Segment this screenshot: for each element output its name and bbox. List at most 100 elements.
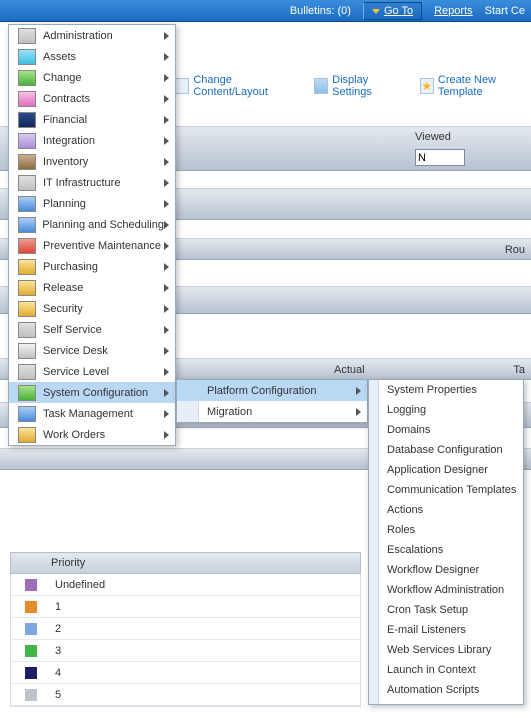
- priority-swatch-icon: [25, 601, 37, 613]
- actual-label: Actual: [334, 364, 365, 376]
- leaf-item-actions[interactable]: Actions: [369, 500, 523, 520]
- chevron-down-icon: [372, 9, 380, 14]
- menu-item-planning[interactable]: Planning: [9, 193, 175, 214]
- menu-item-label: Administration: [43, 30, 164, 42]
- system-configuration-submenu[interactable]: Platform ConfigurationMigration: [176, 379, 368, 423]
- leaf-item-communication-templates[interactable]: Communication Templates: [369, 480, 523, 500]
- inventory-icon: [15, 153, 39, 171]
- menu-item-label: Planning: [43, 198, 164, 210]
- submenu-item-migration[interactable]: Migration: [177, 401, 367, 422]
- leaf-item-web-services-library[interactable]: Web Services Library: [369, 640, 523, 660]
- go-to-dropdown[interactable]: Administration Assets ChangeContractsFinan…: [8, 24, 176, 446]
- menu-item-security[interactable]: Security: [9, 298, 175, 319]
- menu-item-administration[interactable]: Administration: [9, 25, 175, 46]
- change-content-layout-button[interactable]: Change Content/Layout: [175, 74, 296, 98]
- priority-row[interactable]: 3: [11, 640, 360, 662]
- menu-item-label: Integration: [43, 135, 164, 147]
- leafmenu-gutter: [369, 380, 379, 704]
- priority-header: Priority: [10, 552, 361, 574]
- menu-item-integration[interactable]: Integration: [9, 130, 175, 151]
- leaf-item-e-mail-listeners[interactable]: E-mail Listeners: [369, 620, 523, 640]
- chevron-right-icon: [164, 326, 169, 334]
- menu-item-label: Self Service: [43, 324, 164, 336]
- viewed-label: Viewed: [415, 131, 451, 143]
- menu-item-change[interactable]: Change: [9, 67, 175, 88]
- chevron-right-icon: [164, 221, 169, 229]
- priority-row[interactable]: Undefined: [11, 574, 360, 596]
- leaf-item-launch-in-context[interactable]: Launch in Context: [369, 660, 523, 680]
- leaf-item-cron-task-setup[interactable]: Cron Task Setup: [369, 600, 523, 620]
- menu-item-service-desk[interactable]: Service Desk: [9, 340, 175, 361]
- chevron-right-icon: [164, 431, 169, 439]
- start-center-link[interactable]: Start Ce: [485, 5, 525, 17]
- menu-item-system-configuration[interactable]: System Configuration: [9, 382, 175, 403]
- menu-item-label: Assets: [43, 51, 164, 63]
- task-management-icon: [15, 405, 39, 423]
- change-content-label: Change Content/Layout: [193, 74, 296, 98]
- menu-item-preventive-maintenance[interactable]: Preventive Maintenance: [9, 235, 175, 256]
- chevron-right-icon: [164, 200, 169, 208]
- priority-row[interactable]: 2: [11, 618, 360, 640]
- chevron-right-icon: [164, 347, 169, 355]
- menu-item-label: Release: [43, 282, 164, 294]
- leaf-item-escalations[interactable]: Escalations: [369, 540, 523, 560]
- leaf-item-application-designer[interactable]: Application Designer: [369, 460, 523, 480]
- menu-item-release[interactable]: Release: [9, 277, 175, 298]
- menu-item-self-service[interactable]: Self Service: [9, 319, 175, 340]
- go-to-menu-trigger[interactable]: Go To: [363, 2, 422, 20]
- menu-item-inventory[interactable]: Inventory: [9, 151, 175, 172]
- menu-item-assets[interactable]: Assets: [9, 46, 175, 67]
- display-settings-button[interactable]: Display Settings: [314, 74, 402, 98]
- platform-configuration-submenu[interactable]: System PropertiesLoggingDomainsDatabase …: [368, 379, 524, 705]
- bulletins-indicator[interactable]: Bulletins: (0): [290, 5, 351, 17]
- leaf-item-workflow-administration[interactable]: Workflow Administration: [369, 580, 523, 600]
- preventive-maintenance-icon: [15, 237, 39, 255]
- change-icon: [15, 69, 39, 87]
- leaf-item-automation-scripts[interactable]: Automation Scripts: [369, 680, 523, 700]
- priority-label: 1: [55, 601, 61, 613]
- leaf-item-roles[interactable]: Roles: [369, 520, 523, 540]
- chevron-right-icon: [164, 179, 169, 187]
- priority-label: 5: [55, 689, 61, 701]
- go-to-label: Go To: [384, 5, 413, 17]
- planning-and-scheduling-icon: [15, 216, 38, 234]
- viewed-input[interactable]: [415, 149, 465, 166]
- contracts-icon: [15, 90, 39, 108]
- priority-row[interactable]: 5: [11, 684, 360, 706]
- menu-item-work-orders[interactable]: Work Orders: [9, 424, 175, 445]
- priority-row[interactable]: 1: [11, 596, 360, 618]
- menu-item-label: Work Orders: [43, 429, 164, 441]
- priority-row[interactable]: 4: [11, 662, 360, 684]
- leaf-item-logging[interactable]: Logging: [369, 400, 523, 420]
- priority-swatch-icon: [25, 645, 37, 657]
- create-new-template-button[interactable]: Create New Template: [420, 74, 531, 98]
- chevron-right-icon: [164, 53, 169, 61]
- leaf-item-database-configuration[interactable]: Database Configuration: [369, 440, 523, 460]
- submenu-item-platform-configuration[interactable]: Platform Configuration: [177, 380, 367, 401]
- menu-item-purchasing[interactable]: Purchasing: [9, 256, 175, 277]
- chevron-right-icon: [164, 137, 169, 145]
- priority-swatch-icon: [25, 579, 37, 591]
- priority-label: 2: [55, 623, 61, 635]
- menu-item-task-management[interactable]: Task Management: [9, 403, 175, 424]
- administration-icon: [15, 27, 39, 45]
- page-toolbar: Change Content/Layout Display Settings C…: [175, 74, 531, 98]
- menu-item-planning-and-scheduling[interactable]: Planning and Scheduling: [9, 214, 175, 235]
- purchasing-icon: [15, 258, 39, 276]
- menu-item-it-infrastructure[interactable]: IT Infrastructure: [9, 172, 175, 193]
- leaf-item-system-properties[interactable]: System Properties: [369, 380, 523, 400]
- priority-swatch-icon: [25, 689, 37, 701]
- system-configuration-icon: [15, 384, 39, 402]
- chevron-right-icon: [164, 32, 169, 40]
- menu-item-label: Task Management: [43, 408, 164, 420]
- chevron-right-icon: [164, 284, 169, 292]
- menu-item-service-level[interactable]: Service Level: [9, 361, 175, 382]
- priority-swatch-icon: [25, 623, 37, 635]
- routing-label: Rou: [505, 244, 525, 256]
- leaf-item-domains[interactable]: Domains: [369, 420, 523, 440]
- leaf-item-workflow-designer[interactable]: Workflow Designer: [369, 560, 523, 580]
- reports-link[interactable]: Reports: [434, 5, 473, 17]
- menu-item-financial[interactable]: Financial: [9, 109, 175, 130]
- priority-label: Undefined: [55, 579, 105, 591]
- menu-item-contracts[interactable]: Contracts: [9, 88, 175, 109]
